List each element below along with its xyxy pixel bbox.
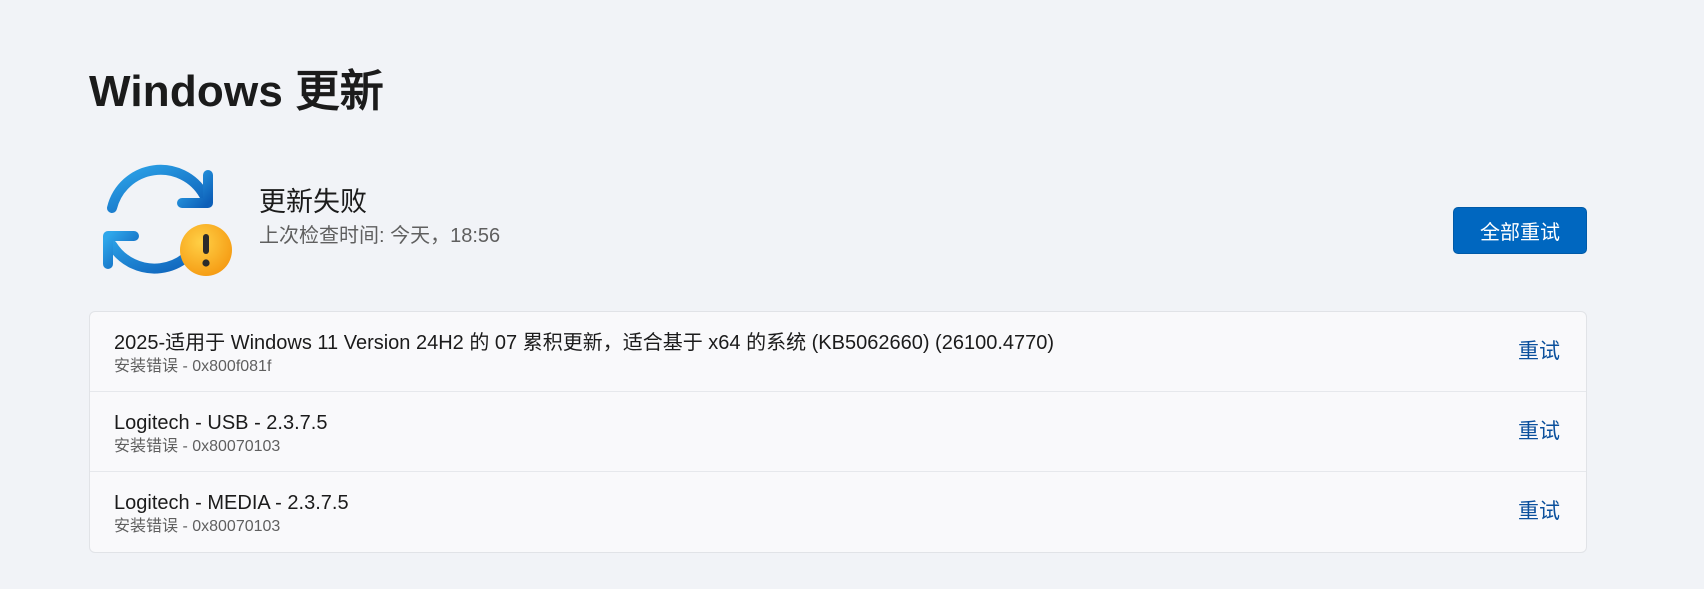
update-error: 安装错误 - 0x800f081f	[114, 358, 272, 375]
update-list: 2025-适用于 Windows 11 Version 24H2 的 07 累积…	[89, 311, 1587, 553]
update-name: Logitech - USB - 2.3.7.5	[114, 412, 328, 434]
update-name: Logitech - MEDIA - 2.3.7.5	[114, 492, 349, 514]
retry-button[interactable]: 重试	[1518, 498, 1560, 526]
retry-button[interactable]: 重试	[1518, 338, 1560, 366]
update-item: 2025-适用于 Windows 11 Version 24H2 的 07 累积…	[90, 312, 1586, 392]
page-title: Windows 更新	[89, 67, 384, 116]
status-title: 更新失败	[259, 187, 367, 217]
sync-warning-icon	[102, 160, 236, 280]
retry-button[interactable]: 重试	[1518, 418, 1560, 446]
update-error: 安装错误 - 0x80070103	[114, 518, 281, 535]
update-error: 安装错误 - 0x80070103	[114, 438, 281, 455]
update-name: 2025-适用于 Windows 11 Version 24H2 的 07 累积…	[114, 332, 1055, 354]
update-item: Logitech - USB - 2.3.7.5 安装错误 - 0x800701…	[90, 392, 1586, 472]
retry-all-button[interactable]: 全部重试	[1453, 207, 1587, 254]
status-text: 更新失败 上次检查时间: 今天，18:56	[259, 184, 500, 250]
last-checked-text: 上次检查时间: 今天，18:56	[259, 225, 501, 247]
update-item: Logitech - MEDIA - 2.3.7.5 安装错误 - 0x8007…	[90, 472, 1586, 552]
